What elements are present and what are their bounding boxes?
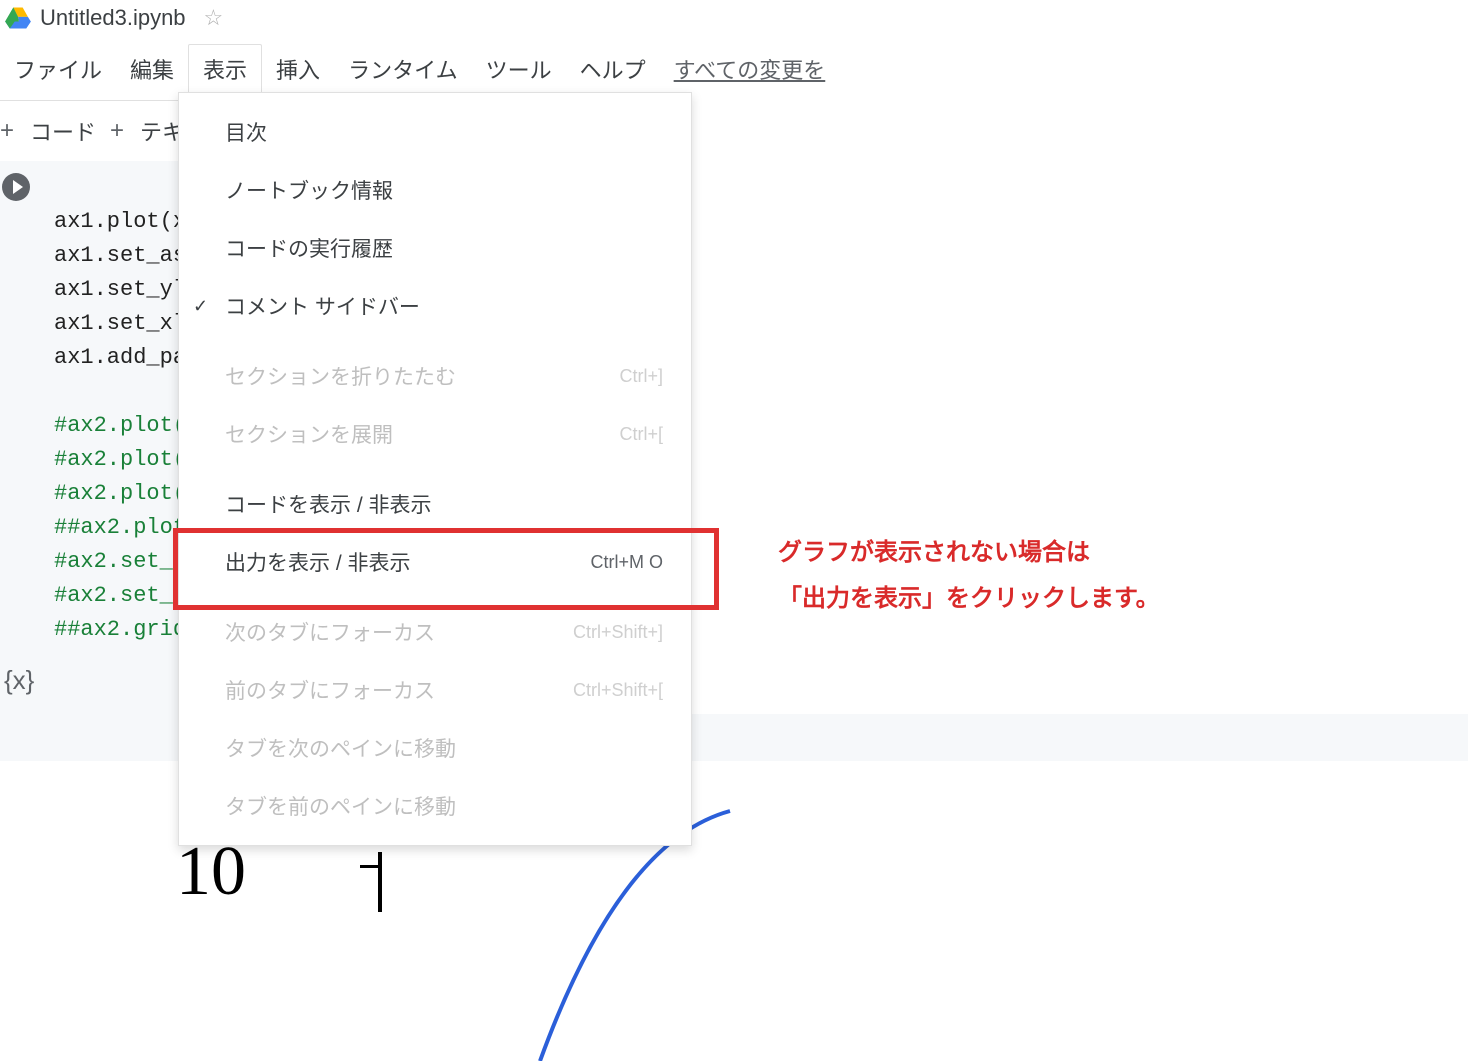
menu-focus-prev-tab: 前のタブにフォーカスCtrl+Shift+[ <box>179 661 691 719</box>
overlay <box>850 0 1468 94</box>
axis-line-fragment <box>378 852 382 912</box>
check-icon: ✓ <box>193 296 208 317</box>
menu-edit[interactable]: 編集 <box>116 45 188 93</box>
menu-move-tab-prev-pane: タブを前のペインに移動 <box>179 777 691 835</box>
menu-tools[interactable]: ツール <box>472 45 566 93</box>
drive-logo-icon <box>4 4 32 32</box>
menu-toggle-output[interactable]: 出力を表示 / 非表示Ctrl+M O <box>179 533 691 591</box>
add-code-button[interactable]: コード <box>24 115 102 147</box>
menu-toc[interactable]: 目次 <box>179 103 691 161</box>
document-title[interactable]: Untitled3.ipynb <box>40 5 186 31</box>
menu-help[interactable]: ヘルプ <box>566 45 660 93</box>
plus-icon: + <box>110 117 126 145</box>
menu-expand-sections: セクションを展開Ctrl+[ <box>179 405 691 463</box>
menu-view[interactable]: 表示 <box>188 44 262 94</box>
annotation-line-1: グラフが表示されない場合は <box>778 530 1160 576</box>
menu-toggle-code[interactable]: コードを表示 / 非表示 <box>179 475 691 533</box>
annotation-line-2: 「出力を表示」をクリックします。 <box>778 576 1160 622</box>
menu-file[interactable]: ファイル <box>0 45 116 93</box>
view-dropdown: 目次 ノートブック情報 コードの実行履歴 ✓ コメント サイドバー セクションを… <box>178 92 692 846</box>
menu-move-tab-next-pane: タブを次のペインに移動 <box>179 719 691 777</box>
menu-notebook-info[interactable]: ノートブック情報 <box>179 161 691 219</box>
annotation-text: グラフが表示されない場合は 「出力を表示」をクリックします。 <box>778 530 1160 621</box>
menu-exec-history[interactable]: コードの実行履歴 <box>179 219 691 277</box>
menu-comment-sidebar[interactable]: ✓ コメント サイドバー <box>179 277 691 335</box>
axis-tick-fragment <box>360 865 382 868</box>
star-icon[interactable]: ☆ <box>204 5 224 31</box>
menu-runtime[interactable]: ランタイム <box>334 45 472 93</box>
plus-icon: + <box>0 117 16 145</box>
menu-insert[interactable]: 挿入 <box>262 45 334 93</box>
menu-save-status[interactable]: すべての変更を <box>660 45 840 93</box>
menu-collapse-sections: セクションを折りたたむCtrl+] <box>179 347 691 405</box>
menu-focus-next-tab: 次のタブにフォーカスCtrl+Shift+] <box>179 603 691 661</box>
variables-icon[interactable]: {x} <box>4 665 34 696</box>
